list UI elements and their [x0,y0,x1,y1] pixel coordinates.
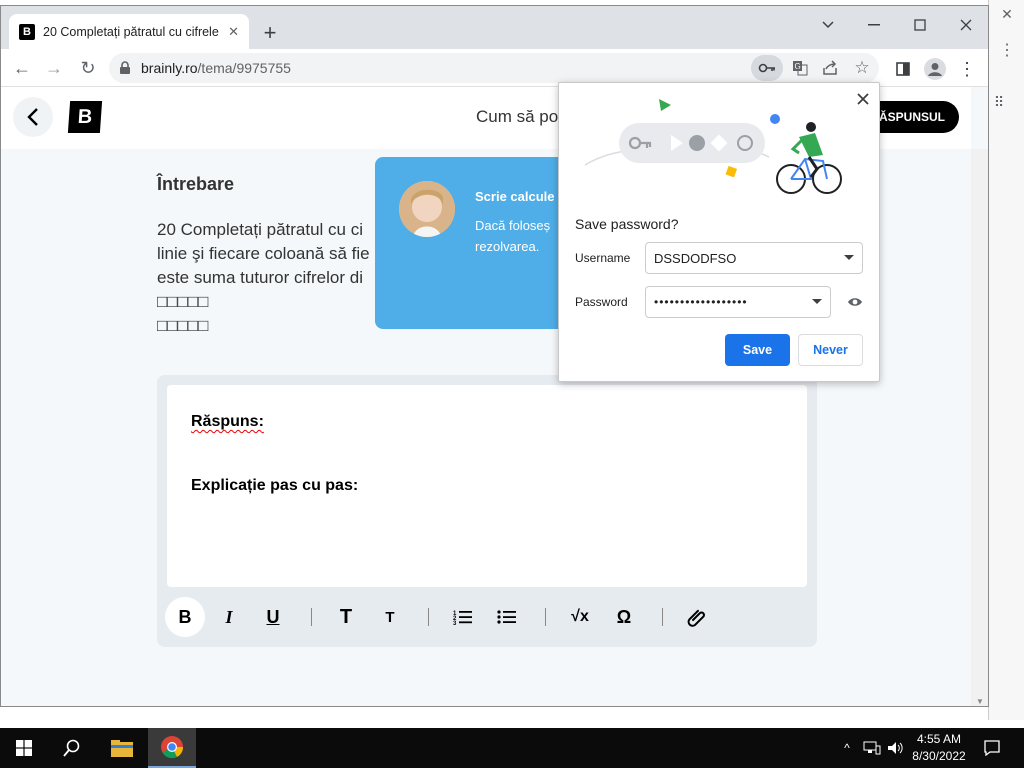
key-icon[interactable] [751,55,783,81]
toolbar-divider [428,608,429,626]
username-value: DSSDODFSO [654,250,737,266]
notifications-icon[interactable] [980,728,1004,768]
browser-menu-icon[interactable]: ⋮ [955,57,979,81]
tooltip-title: Scrie calcule [475,189,555,204]
share-icon[interactable] [819,57,841,79]
scroll-down-arrow-icon[interactable]: ▼ [974,696,986,706]
url-domain: brainly.ro [141,60,198,76]
answer-label: Răspuns: [191,413,264,430]
show-hidden-icons-icon[interactable]: ^ [836,728,858,768]
clock[interactable]: 4:55 AM 8/30/2022 [908,731,970,765]
tutor-avatar [399,181,455,237]
never-button[interactable]: Never [798,334,863,366]
italic-button[interactable]: I [209,597,249,637]
header-title: Cum să po [476,107,559,126]
windows-taskbar: ^ 4:55 AM 8/30/2022 [0,728,1024,768]
browser-tab[interactable]: B 20 Completați pătratul cu cifrele ✕ [9,14,249,49]
brainly-favicon-icon: B [19,23,35,40]
brainly-logo[interactable]: B [67,101,103,133]
answer-editor-box: Răspuns: Explicație pas cu pas: B I U T … [157,375,817,647]
minimize-icon[interactable] [859,12,889,38]
popup-close-icon[interactable] [853,89,873,109]
math-sqrt-icon[interactable]: √x [560,597,600,637]
toolbar-divider [311,608,312,626]
page-scrollbar[interactable]: ▼ [971,149,988,706]
svg-text:3: 3 [453,621,457,625]
bullet-list-icon[interactable] [487,597,527,637]
heading-large-button[interactable]: T [326,597,366,637]
chrome-taskbar-icon[interactable] [148,728,196,768]
password-value: •••••••••••••••••• [654,295,748,309]
password-illustration [584,99,842,194]
dropdown-arrow-icon [844,255,854,260]
answer-editor[interactable]: Răspuns: Explicație pas cu pas: [167,385,807,587]
background-window: ✕ ⋮ ⠿ [988,0,1024,720]
tab-search-icon[interactable] [813,12,843,38]
tooltip-body: Dacă foloseș rezolvarea. [475,218,551,254]
reload-icon[interactable]: ↻ [75,55,101,81]
password-field[interactable]: •••••••••••••••••• [645,286,831,318]
tab-bar: B 20 Completați pătratul cu cifrele ✕ + [1,6,988,49]
window-close-icon[interactable] [951,12,981,38]
clock-date: 8/30/2022 [912,749,966,763]
network-icon[interactable] [860,728,884,768]
translate-icon[interactable]: G [789,57,811,79]
save-button[interactable]: Save [725,334,790,366]
close-icon[interactable]: ✕ [995,4,1019,24]
toolbar-divider [662,608,663,626]
volume-icon[interactable] [884,728,908,768]
numbered-list-icon[interactable]: 123 [443,597,483,637]
format-toolbar: B I U T T 123 √x Ω [157,587,817,647]
forward-arrow-icon[interactable]: → [41,55,67,81]
back-button[interactable] [13,97,53,137]
underline-button[interactable]: U [253,597,293,637]
tab-title: 20 Completați pătratul cu cifrele [43,24,219,39]
attachment-paperclip-icon[interactable] [677,597,717,637]
onboarding-tooltip: Scrie calcule Dacă foloseș rezolvarea. [375,157,575,329]
save-password-popup: Save password? Username DSSDODFSO Passwo… [558,82,880,382]
omega-symbol-icon[interactable]: Ω [604,597,644,637]
file-explorer-icon[interactable] [98,728,146,768]
username-label: Username [575,251,631,265]
profile-avatar-icon[interactable] [923,57,947,81]
toolbar-divider [545,608,546,626]
address-bar[interactable]: brainly.ro /tema/9975755 G ☆ [109,53,879,83]
show-password-eye-icon[interactable] [843,291,867,313]
bold-button[interactable]: B [165,597,205,637]
dropdown-arrow-icon [812,299,822,304]
clock-time: 4:55 AM [916,732,962,746]
url-path: /tema/9975755 [197,60,291,76]
username-field[interactable]: DSSDODFSO [645,242,863,274]
popup-title: Save password? [575,216,679,232]
maximize-icon[interactable] [905,12,935,38]
tab-close-icon[interactable]: ✕ [228,24,239,40]
side-panel-icon[interactable] [891,57,915,81]
password-label: Password [575,295,628,309]
search-icon[interactable] [48,728,96,768]
apps-grid-icon[interactable]: ⠿ [989,92,1009,112]
bookmark-star-icon[interactable]: ☆ [851,57,873,79]
menu-icon[interactable]: ⋮ [997,40,1017,60]
windows-start-icon[interactable] [0,728,48,768]
heading-small-button[interactable]: T [370,597,410,637]
new-tab-button[interactable]: + [257,20,283,46]
explain-label: Explicație pas cu pas: [191,477,359,494]
lock-icon [120,61,130,74]
back-arrow-icon[interactable]: ← [9,55,35,81]
